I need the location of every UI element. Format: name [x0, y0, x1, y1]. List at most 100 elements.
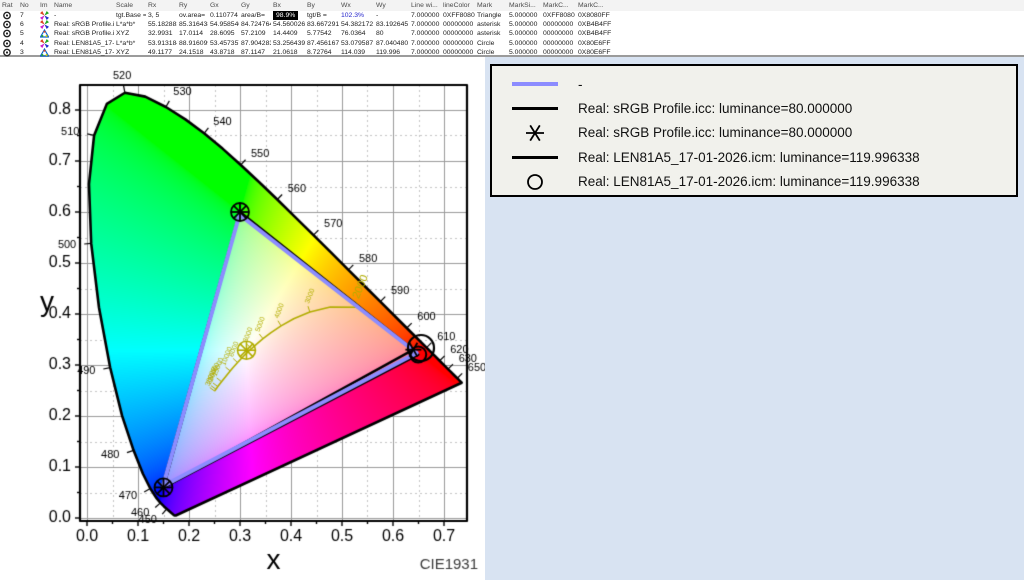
column-header-markc-[interactable]: MarkC...: [576, 0, 612, 11]
cell-scale: XYZ: [116, 48, 130, 56]
cell-line_width: 7.000000: [411, 12, 440, 19]
column-header-rx[interactable]: Rx: [146, 0, 177, 11]
legend-box: - Real: sRGB Profile.icc: luminance=80.00…: [490, 64, 1018, 197]
column-header-linecolor[interactable]: lineColor: [441, 0, 475, 11]
cell-ry: ov.area=: [179, 12, 206, 19]
row-selector-icon[interactable]: [0, 20, 18, 29]
cell-ry: 88.916099: [179, 39, 208, 47]
cell-gx: 28.6095: [210, 30, 235, 38]
cell-wx: 53.079587: [341, 39, 374, 47]
legend-circle-icon: [492, 172, 578, 192]
cell-wx: 114.039: [341, 48, 366, 56]
right-panel: - Real: sRGB Profile.icc: luminance=80.00…: [485, 57, 1024, 580]
column-header-no[interactable]: No: [18, 0, 38, 11]
cell-rx: 3, 5: [148, 12, 160, 19]
row-number: 6: [20, 21, 24, 29]
cell-mark: Circle: [477, 48, 495, 56]
cell-mark_size: 5.000000: [509, 21, 538, 29]
column-header-wy[interactable]: Wy: [374, 0, 409, 11]
cell-mark_size: 5.000000: [509, 39, 538, 47]
cell-mark_size: 5.000000: [509, 48, 538, 56]
cell-wy: 80: [376, 30, 384, 38]
pinwheel-icon: [38, 20, 52, 30]
cell-gx: 43.8718: [210, 48, 235, 56]
column-header-marksi-[interactable]: MarkSi...: [507, 0, 541, 11]
table-row[interactable]: 4 Real: LEN81A5_17-0...L*a*b* 53.91318488.…: [0, 38, 1024, 48]
column-header-by[interactable]: By: [305, 0, 339, 11]
cell-name: -: [54, 12, 57, 19]
cell-gy: 57.2109: [241, 30, 266, 38]
row-number: 5: [20, 30, 24, 38]
column-header-name[interactable]: Name: [52, 0, 114, 11]
cell-mark_color2: 0XB4B4FF: [578, 30, 612, 38]
cell-mark_color2: 0XB4B4FF: [578, 21, 612, 29]
cell-ry: 85.316438: [179, 21, 208, 29]
cell-bx: 14.4409: [273, 30, 298, 38]
cell-scale: L*a*b*: [116, 39, 136, 47]
cell-mark_color2: 0X80E6FF: [578, 48, 611, 56]
cell-mark: Circle: [477, 39, 495, 47]
cell-bx: 21.0618: [273, 48, 298, 56]
cie-1931-diagram-canvas: [0, 57, 485, 580]
pinwheel-icon: [38, 11, 52, 20]
column-header-im[interactable]: Im: [38, 0, 52, 11]
cell-bx: 53.256439: [273, 39, 305, 47]
cell-name: Real: sRGB Profile.ic...: [54, 21, 114, 29]
chromaticity-plot-panel: [0, 57, 485, 580]
cell-mark_color: 00000000: [543, 21, 574, 29]
cell-mark: asterisk: [477, 30, 501, 38]
column-header-markc-[interactable]: MarkC...: [541, 0, 576, 11]
cell-wy: 83.192645: [376, 21, 409, 29]
column-header-bx[interactable]: Bx: [271, 0, 305, 11]
row-selector-icon[interactable]: [0, 29, 18, 38]
legend-entry: Real: sRGB Profile.icc: luminance=80.000…: [492, 121, 1016, 145]
cell-mark_color2: 0X80E6FF: [578, 39, 611, 47]
column-header-wx[interactable]: Wx: [339, 0, 374, 11]
cell-line_width: 7.000000: [411, 48, 440, 56]
legend-label: Real: sRGB Profile.icc: luminance=80.000…: [578, 101, 853, 117]
row-selector-icon[interactable]: [0, 11, 18, 20]
column-header-mark[interactable]: Mark: [475, 0, 507, 11]
cell-name: Real: LEN81A5_17-0...: [54, 48, 114, 56]
legend-label: Real: LEN81A5_17-01-2026.icm: luminance=…: [578, 174, 920, 190]
table-row[interactable]: 6 Real: sRGB Profile.ic...L*a*b* 55.182883…: [0, 20, 1024, 30]
cell-mark_color2: 0X8080FF: [578, 12, 610, 19]
cell-line_color: 00000000: [443, 21, 474, 29]
legend-line-black-icon: [492, 155, 578, 159]
cell-rx: 53.913184: [148, 39, 177, 47]
cell-by: 87.456167: [307, 39, 339, 47]
cell-line_width: 7.000000: [411, 21, 440, 29]
column-header-line-wi-[interactable]: Line wi...: [409, 0, 441, 11]
table-row[interactable]: 5 Real: sRGB Profile.ic...XYZ 32.9931 17.01…: [0, 29, 1024, 38]
legend-asterisk-icon: [492, 122, 578, 144]
cell-by: tgt/B =: [307, 12, 327, 19]
legend-entry: -: [492, 72, 1016, 96]
column-header-rat[interactable]: Rat: [0, 0, 18, 11]
row-number: 3: [20, 48, 24, 56]
column-header-scale[interactable]: Scale: [114, 0, 146, 11]
cell-rx: 49.1177: [148, 48, 173, 56]
cell-gy: area/B=: [241, 12, 265, 19]
cell-wy: -: [376, 12, 379, 19]
profile-table: Rat No Im Name Scale Rx Ry Gx Gy Bx By Wx Wy Line wi.…: [0, 0, 1024, 57]
cell-scale: L*a*b*: [116, 21, 136, 29]
row-number: 4: [20, 39, 24, 47]
column-header-ry[interactable]: Ry: [177, 0, 208, 11]
column-header-gx[interactable]: Gx: [208, 0, 239, 11]
cell-gy: 87.1147: [241, 48, 266, 56]
cell-mark: Triangle: [477, 12, 502, 19]
cell-line_width: 7.000000: [411, 39, 440, 47]
column-header-gy[interactable]: Gy: [239, 0, 271, 11]
cell-line_color: 00000000: [443, 39, 474, 47]
cell-wy: 87.040480: [376, 39, 409, 47]
cell-gx: 0.110774: [210, 12, 238, 19]
legend-entry: Real: LEN81A5_17-01-2026.icm: luminance=…: [492, 145, 1016, 169]
triangle-icon: [38, 47, 52, 57]
cell-rx: 32.9931: [148, 30, 173, 38]
table-row[interactable]: 3 Real: LEN81A5_17-0...XYZ 49.1177 24.1518 4…: [0, 47, 1024, 57]
cell-mark_size: 5.000000: [509, 30, 538, 38]
cell-mark_color: 00000000: [543, 30, 574, 38]
row-selector-icon[interactable]: [0, 48, 18, 57]
row-selector-icon[interactable]: [0, 39, 18, 48]
table-row[interactable]: 7 - tgt.Base = 3, 5 ov.area= 0.110774 area/B= 9…: [0, 11, 1024, 21]
